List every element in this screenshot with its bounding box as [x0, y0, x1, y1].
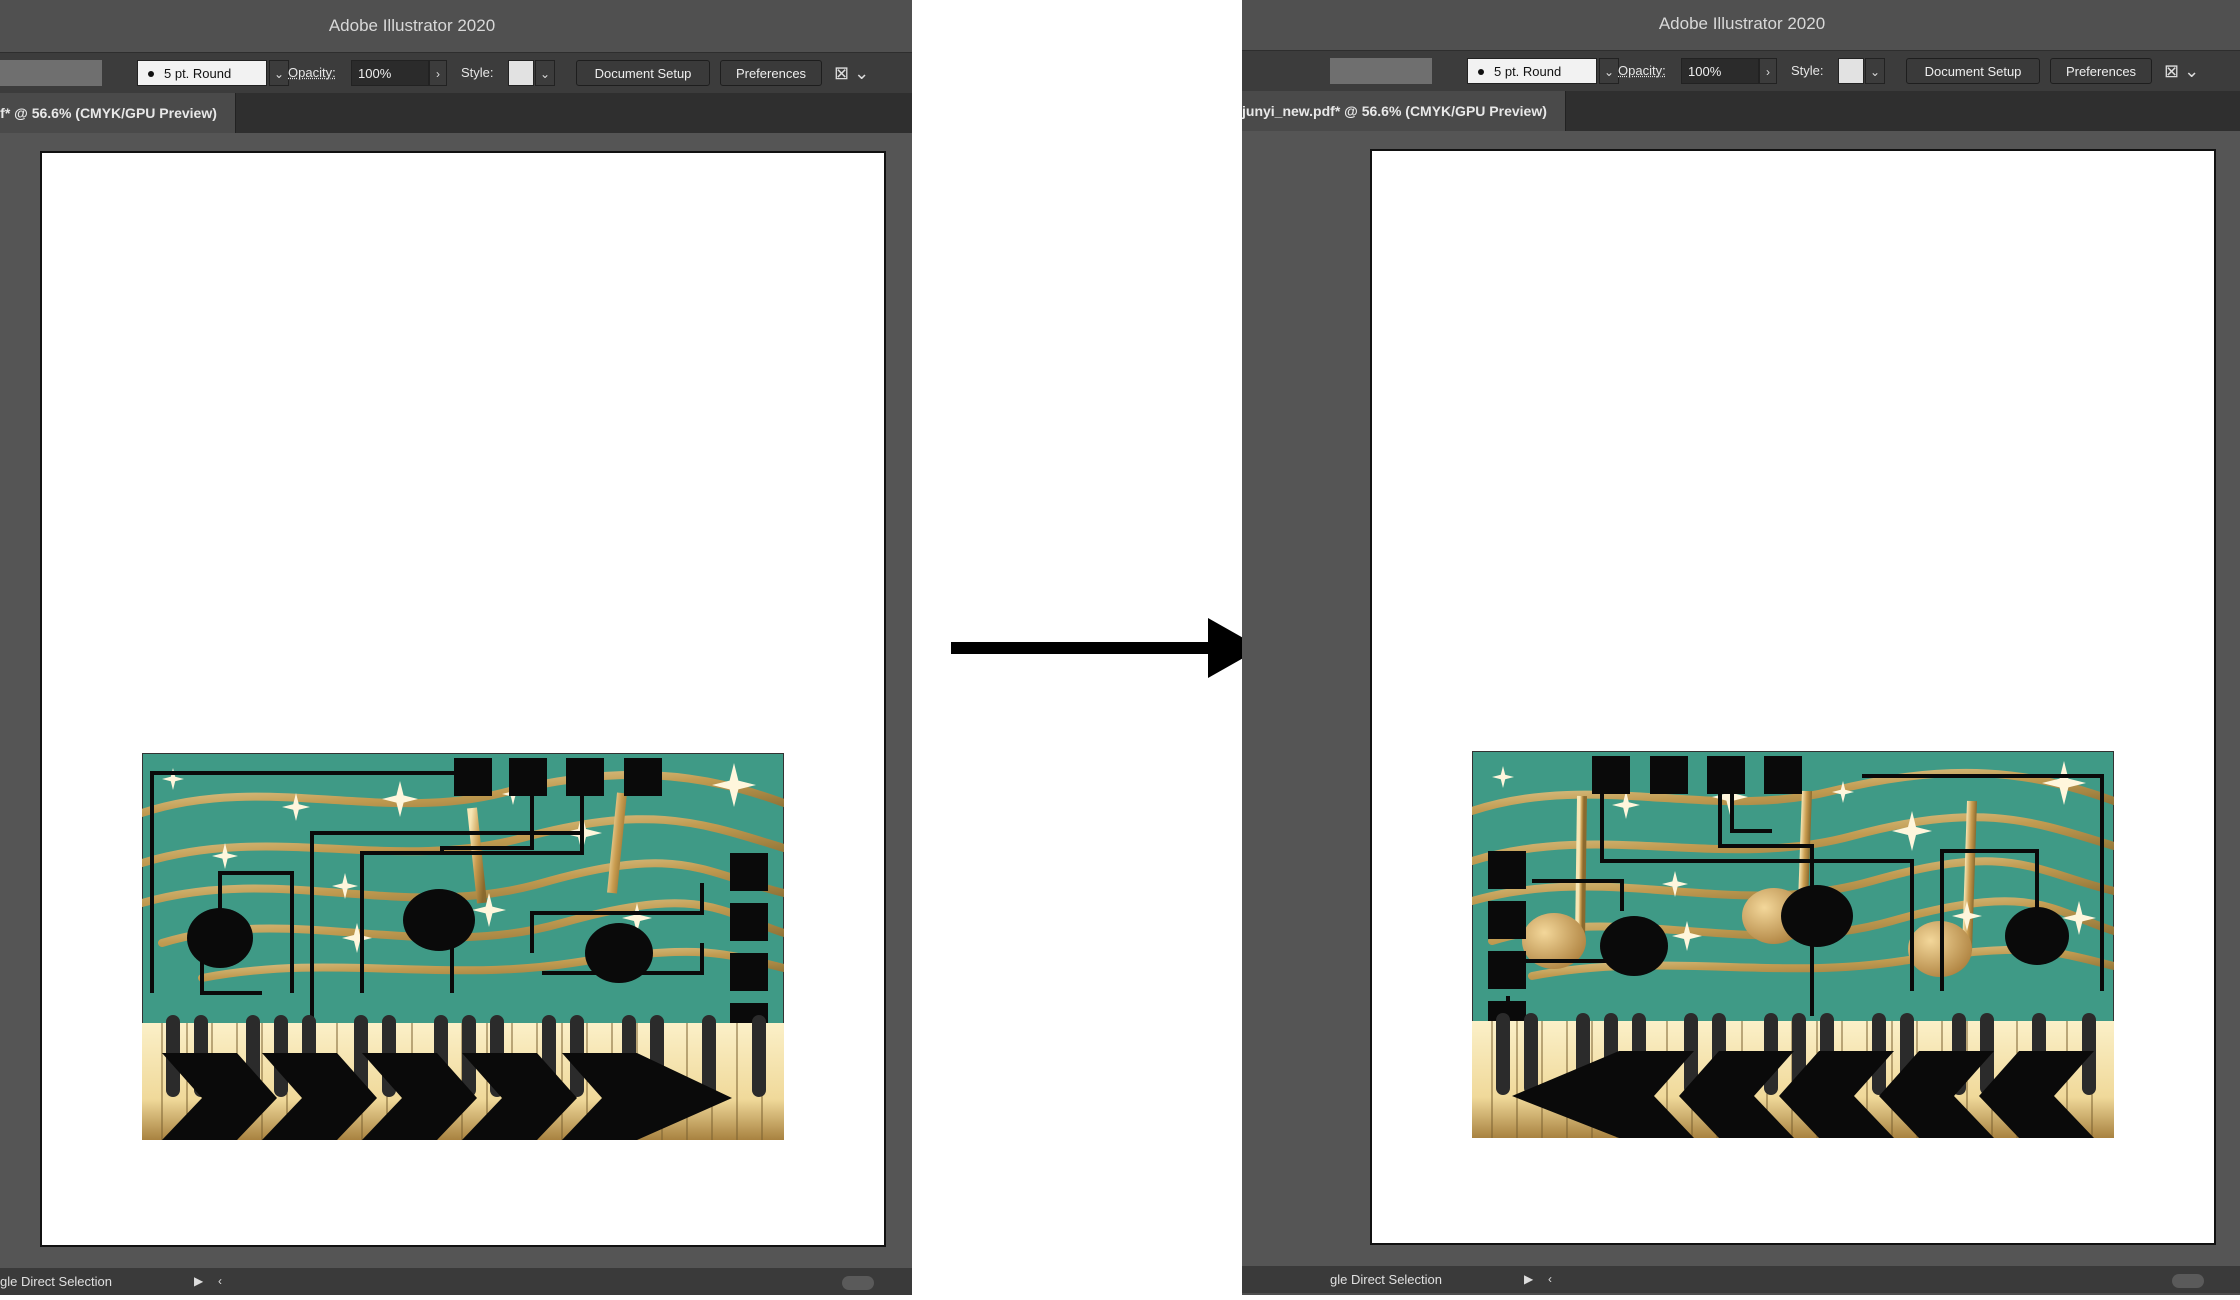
horizontal-scroll-thumb[interactable] — [842, 1276, 874, 1290]
brush-dot-icon — [148, 71, 154, 77]
stroke-profile-dropdown[interactable]: ⌄ — [269, 60, 289, 86]
opacity-input[interactable]: 100% — [351, 60, 429, 86]
arrange-icon[interactable]: ⊠ ⌄ — [2164, 58, 2204, 84]
illustrator-window-before: Adobe Illustrator 2020 5 pt. Round ⌄ Opa… — [0, 0, 912, 1295]
stroke-profile-label: 5 pt. Round — [164, 66, 232, 81]
document-setup-button[interactable]: Document Setup — [1906, 58, 2040, 84]
preferences-button[interactable]: Preferences — [720, 60, 822, 86]
current-tool-label: gle Direct Selection — [1330, 1272, 1442, 1287]
status-bar: gle Direct Selection ▶ ‹ — [1242, 1266, 2240, 1293]
control-bar: 5 pt. Round ⌄ Opacity: 100% › Style: ⌄ D… — [0, 52, 912, 93]
canvas-area[interactable] — [1242, 131, 2240, 1266]
brush-dot-icon — [1478, 69, 1484, 75]
illustrator-window-after: Adobe Illustrator 2020 5 pt. Round ⌄ Opa… — [1242, 0, 2240, 1295]
stroke-profile-select[interactable]: 5 pt. Round — [1467, 58, 1597, 84]
stroke-profile-select[interactable]: 5 pt. Round — [137, 60, 267, 86]
fill-swatch[interactable] — [1330, 58, 1432, 84]
circuit-music-artwork[interactable] — [142, 753, 784, 1140]
style-swatch[interactable] — [1838, 58, 1864, 84]
opacity-arrow[interactable]: › — [1759, 58, 1777, 84]
status-play-icon[interactable]: ▶ — [194, 1268, 203, 1295]
scroll-left-icon[interactable]: ‹ — [218, 1268, 222, 1295]
document-tab[interactable]: junyi_new.pdf* @ 56.6% (CMYK/GPU Preview… — [1242, 91, 1566, 131]
artboard[interactable] — [1370, 149, 2216, 1245]
horizontal-scroll-thumb[interactable] — [2172, 1274, 2204, 1288]
opacity-input[interactable]: 100% — [1681, 58, 1759, 84]
preferences-button[interactable]: Preferences — [2050, 58, 2152, 84]
circuit-music-artwork[interactable] — [1472, 751, 2114, 1138]
stroke-profile-dropdown[interactable]: ⌄ — [1599, 58, 1619, 84]
style-swatch[interactable] — [508, 60, 534, 86]
canvas-area[interactable] — [0, 133, 912, 1268]
style-dropdown[interactable]: ⌄ — [535, 60, 555, 86]
style-label: Style: — [461, 65, 494, 80]
arrange-icon[interactable]: ⊠ ⌄ — [834, 60, 874, 86]
document-tab-bar: junyi_new.pdf* @ 56.6% (CMYK/GPU Preview… — [1242, 91, 2240, 131]
window-title: Adobe Illustrator 2020 — [1242, 0, 2240, 50]
opacity-label[interactable]: Opacity: — [1618, 58, 1678, 84]
document-tab-bar: junyi_new.pdf* @ 56.6% (CMYK/GPU Preview… — [0, 93, 912, 133]
scroll-left-icon[interactable]: ‹ — [1548, 1266, 1552, 1293]
window-title: Adobe Illustrator 2020 — [0, 0, 912, 52]
opacity-arrow[interactable]: › — [429, 60, 447, 86]
fill-swatch[interactable] — [0, 60, 102, 86]
document-tab[interactable]: junyi_new.pdf* @ 56.6% (CMYK/GPU Preview… — [0, 93, 236, 133]
document-setup-button[interactable]: Document Setup — [576, 60, 710, 86]
opacity-label[interactable]: Opacity: — [288, 60, 348, 86]
stroke-profile-label: 5 pt. Round — [1494, 64, 1562, 79]
status-play-icon[interactable]: ▶ — [1524, 1266, 1533, 1293]
control-bar: 5 pt. Round ⌄ Opacity: 100% › Style: ⌄ D… — [1242, 50, 2240, 91]
current-tool-label: gle Direct Selection — [0, 1274, 112, 1289]
style-label: Style: — [1791, 63, 1824, 78]
chevrons-right — [162, 1053, 732, 1140]
status-bar: gle Direct Selection ▶ ‹ — [0, 1268, 912, 1295]
artboard[interactable] — [40, 151, 886, 1247]
style-dropdown[interactable]: ⌄ — [1865, 58, 1885, 84]
